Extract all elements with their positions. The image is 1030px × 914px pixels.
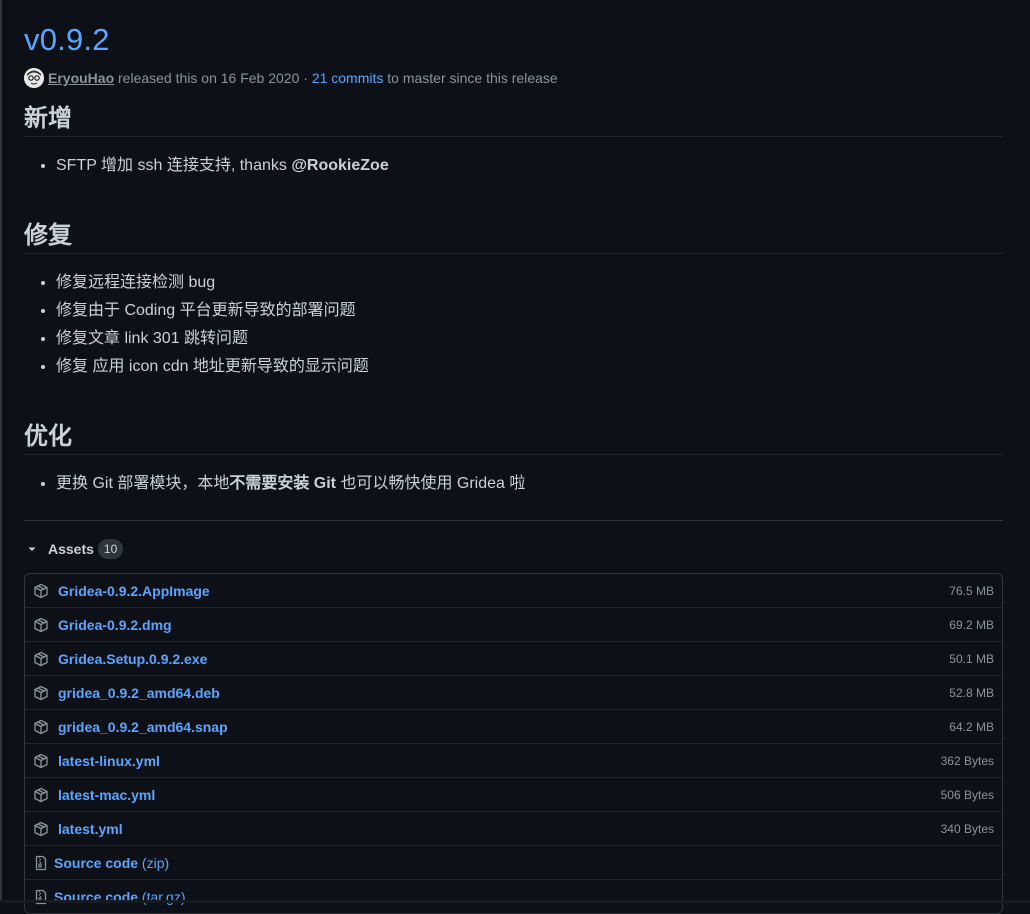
triangle-down-icon [24, 541, 40, 557]
asset-row[interactable]: Gridea-0.9.2.AppImage 76.5 MB [25, 574, 1002, 607]
asset-link[interactable]: latest.yml [58, 821, 123, 837]
asset-link[interactable]: gridea_0.9.2_amd64.deb [58, 685, 220, 701]
asset-row[interactable]: latest-mac.yml 506 Bytes [25, 777, 1002, 811]
left-border [0, 0, 2, 903]
asset-size: 52.8 MB [949, 685, 994, 700]
asset-size: 340 Bytes [940, 821, 994, 836]
source-code-row[interactable]: Source code (zip) [25, 845, 1002, 879]
list-optimize: 更换 Git 部署模块，本地不需要安装 Git 也可以畅快使用 Gridea 啦 [24, 470, 1003, 498]
list-item: 更换 Git 部署模块，本地不需要安装 Git 也可以畅快使用 Gridea 啦 [56, 470, 1003, 498]
mention-link[interactable]: @RookieZoe [291, 157, 388, 174]
release-meta: EryouHao released this on 16 Feb 2020 · … [24, 68, 1003, 88]
asset-row[interactable]: gridea_0.9.2_amd64.snap 64.2 MB [25, 709, 1002, 743]
since-text: to master since this release [383, 70, 558, 86]
asset-link[interactable]: latest-mac.yml [58, 787, 155, 803]
asset-size: 69.2 MB [949, 617, 994, 632]
list-item: 修复 应用 icon cdn 地址更新导致的显示问题 [56, 353, 1003, 381]
asset-row[interactable]: latest-linux.yml 362 Bytes [25, 743, 1002, 777]
list-fix: 修复远程连接检测 bug 修复由于 Coding 平台更新导致的部署问题 修复文… [24, 269, 1003, 381]
list-item: 修复远程连接检测 bug [56, 269, 1003, 297]
asset-size: 50.1 MB [949, 651, 994, 666]
list-item: 修复文章 link 301 跳转问题 [56, 325, 1003, 353]
item-text: SFTP 增加 ssh 连接支持, thanks [56, 157, 292, 174]
asset-size: 76.5 MB [949, 583, 994, 598]
asset-link[interactable]: Gridea.Setup.0.9.2.exe [58, 651, 207, 667]
avatar[interactable] [24, 68, 44, 88]
source-code-link[interactable]: Source code [54, 855, 138, 871]
item-text: 也可以畅快使用 Gridea 啦 [336, 475, 526, 492]
package-icon [33, 685, 49, 701]
list-item: SFTP 增加 ssh 连接支持, thanks @RookieZoe [56, 152, 1003, 180]
asset-size: 64.2 MB [949, 719, 994, 734]
package-icon [33, 617, 49, 633]
asset-size: 362 Bytes [940, 753, 994, 768]
file-zip-icon [33, 855, 49, 871]
release-body: v0.9.2 EryouHao released this on 16 Feb … [24, 0, 1003, 914]
asset-link[interactable]: gridea_0.9.2_amd64.snap [58, 719, 228, 735]
package-icon [33, 821, 49, 837]
item-bold-text: 不需要安装 Git [229, 475, 337, 492]
asset-row[interactable]: gridea_0.9.2_amd64.deb 52.8 MB [25, 675, 1002, 709]
asset-link[interactable]: Gridea-0.9.2.AppImage [58, 583, 210, 599]
assets-toggle[interactable]: Assets 10 [24, 538, 1003, 560]
asset-size: 506 Bytes [940, 787, 994, 802]
section-divider [24, 520, 1003, 521]
release-title[interactable]: v0.9.2 [24, 0, 1003, 59]
heading-optimize: 优化 [24, 420, 1003, 455]
list-new: SFTP 增加 ssh 连接支持, thanks @RookieZoe [24, 152, 1003, 180]
asset-row[interactable]: Gridea-0.9.2.dmg 69.2 MB [25, 607, 1002, 641]
source-code-row[interactable]: Source code (tar.gz) [25, 879, 1002, 913]
heading-fix: 修复 [24, 219, 1003, 254]
package-icon [33, 753, 49, 769]
heading-new: 新增 [24, 102, 1003, 137]
item-text: 更换 Git 部署模块，本地 [56, 475, 230, 492]
source-code-format: (zip) [138, 854, 170, 871]
package-icon [33, 651, 49, 667]
released-text: released this on 16 Feb 2020 · [114, 70, 312, 86]
asset-row[interactable]: latest.yml 340 Bytes [25, 811, 1002, 845]
asset-link[interactable]: latest-linux.yml [58, 753, 160, 769]
asset-row[interactable]: Gridea.Setup.0.9.2.exe 50.1 MB [25, 641, 1002, 675]
package-icon [33, 583, 49, 599]
package-icon [33, 719, 49, 735]
assets-label: Assets [48, 541, 94, 557]
asset-link[interactable]: Gridea-0.9.2.dmg [58, 617, 172, 633]
commits-link[interactable]: 21 commits [312, 70, 384, 86]
list-item: 修复由于 Coding 平台更新导致的部署问题 [56, 297, 1003, 325]
assets-list: Gridea-0.9.2.AppImage 76.5 MB Gridea-0.9.2… [24, 573, 1003, 914]
assets-count-badge: 10 [97, 539, 124, 559]
author-link[interactable]: EryouHao [48, 70, 114, 86]
package-icon [33, 787, 49, 803]
